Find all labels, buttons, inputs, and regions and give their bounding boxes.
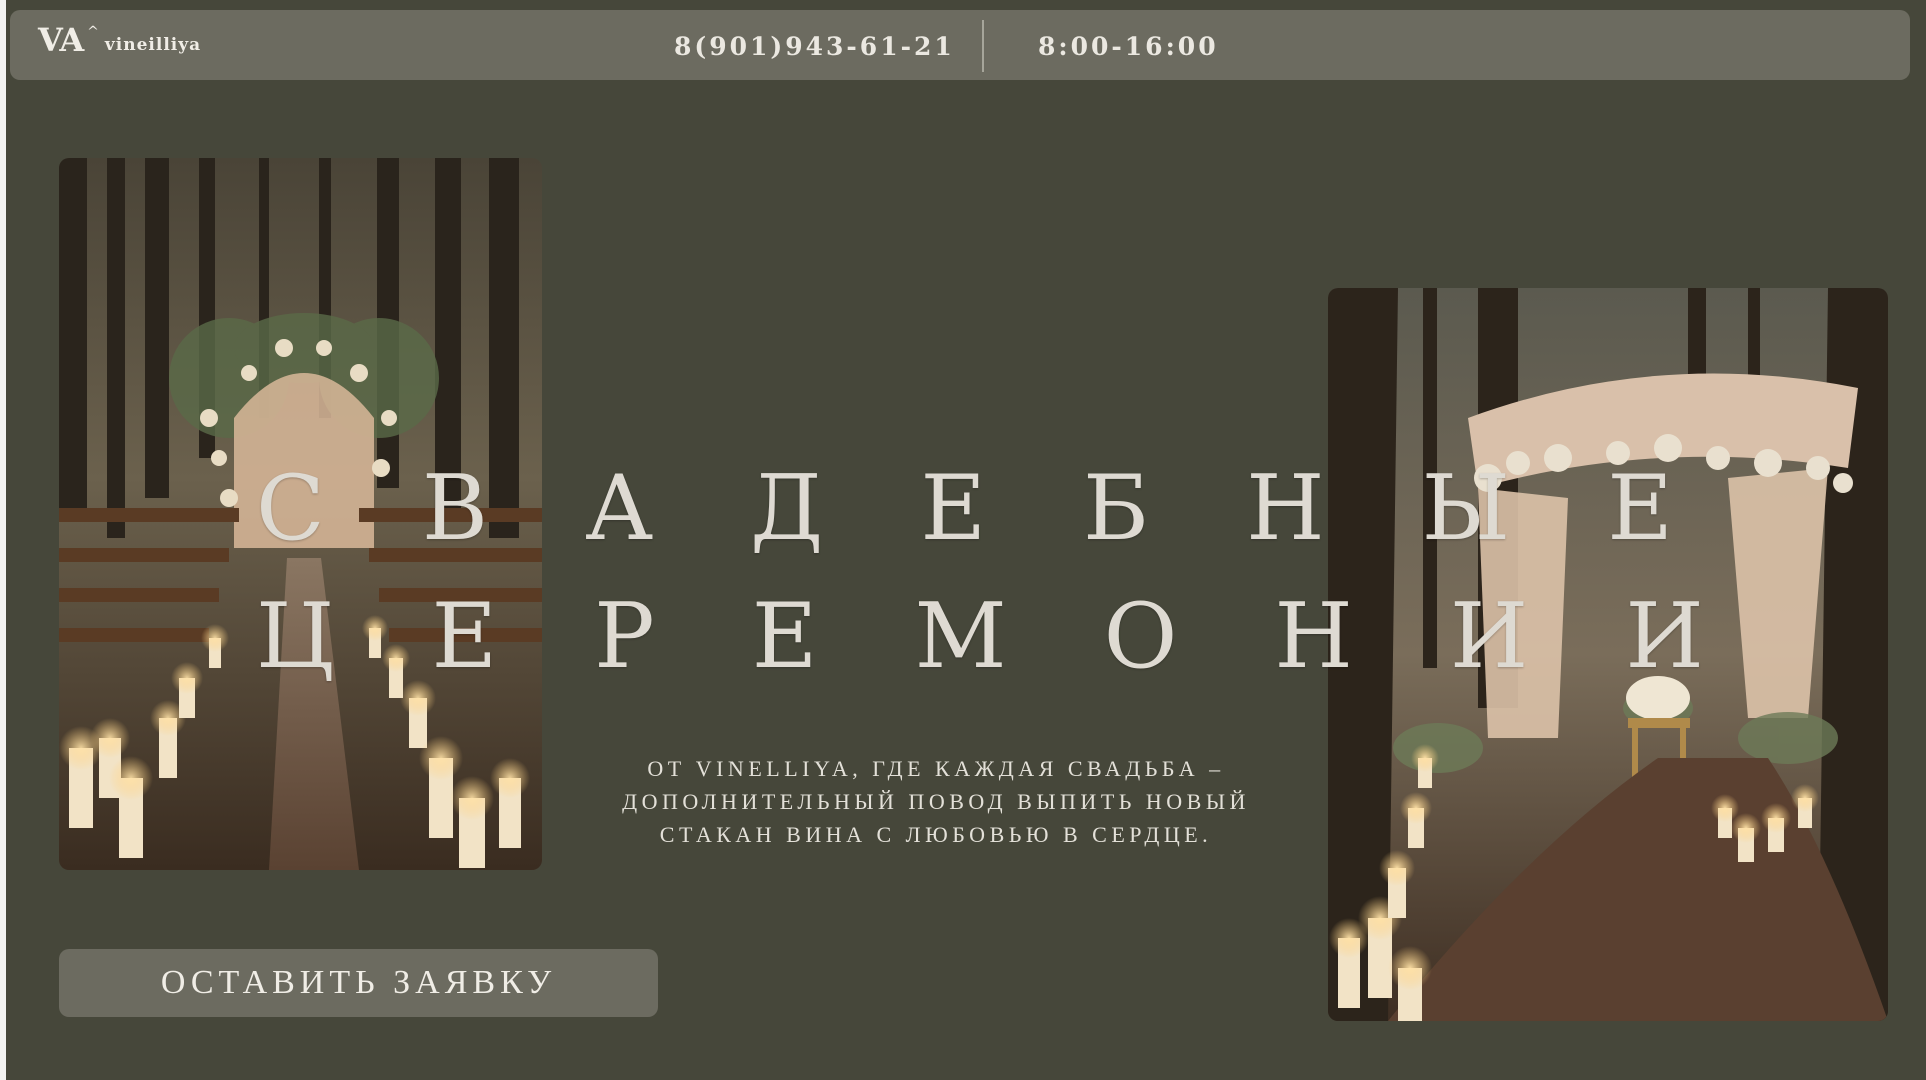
submit-request-button[interactable]: ОСТАВИТЬ ЗАЯВКУ bbox=[59, 949, 658, 1017]
subtitle-line1: ОТ VINELLIYA, ГДЕ КАЖДАЯ СВАДЬБА – bbox=[647, 756, 1225, 781]
subtitle-line3: СТАКАН ВИНА С ЛЮБОВЬЮ В СЕРДЦЕ. bbox=[659, 822, 1213, 847]
subtitle-line2: ДОПОЛНИТЕЛЬНЫЙ ПОВОД ВЫПИТЬ НОВЫЙ bbox=[622, 789, 1250, 814]
hero-title-line1: СВАДЕБНЫЕ bbox=[256, 456, 1770, 561]
logo-mark: VA bbox=[38, 21, 84, 59]
hero-title-line2: ЦЕРЕМОНИИ bbox=[256, 584, 1801, 689]
window-edge bbox=[0, 0, 6, 1080]
top-bar: VA ^ vineilliya 8(901)943-61-21 8:00-16:… bbox=[10, 10, 1910, 80]
working-hours: 8:00-16:00 bbox=[1038, 32, 1219, 61]
phone-link[interactable]: 8(901)943-61-21 bbox=[674, 32, 955, 61]
logo-caret: ^ bbox=[87, 24, 99, 40]
logo[interactable]: VA ^ vineilliya bbox=[38, 24, 201, 56]
logo-wordmark: vineilliya bbox=[104, 35, 202, 55]
header-divider bbox=[982, 20, 984, 72]
hero-subtitle: ОТ VINELLIYA, ГДЕ КАЖДАЯ СВАДЬБА – ДОПОЛ… bbox=[560, 752, 1312, 851]
